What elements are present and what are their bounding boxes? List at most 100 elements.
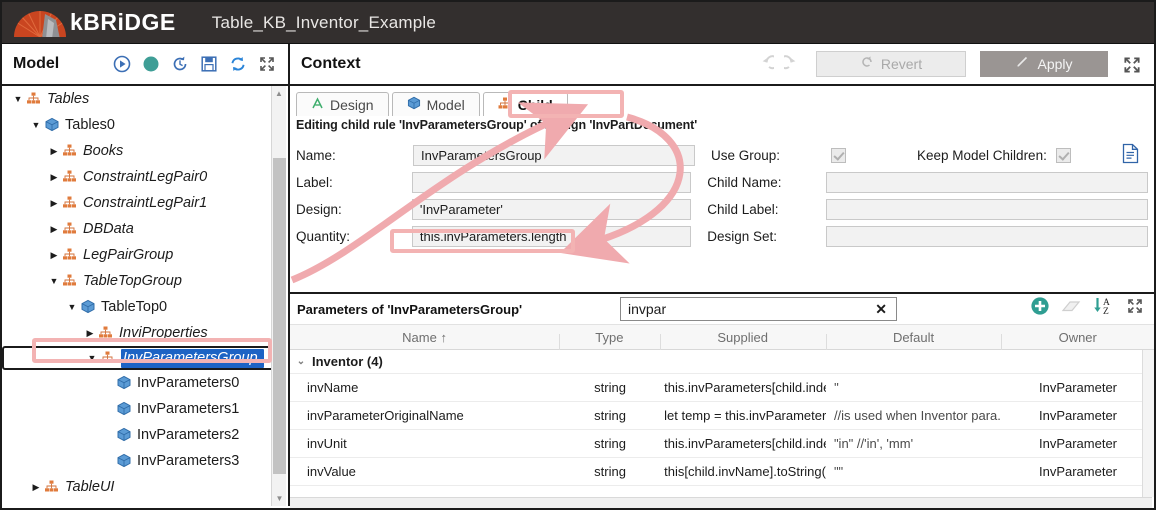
tree-item-invparameters3[interactable]: InvParameters3 [2,448,274,474]
keep-model-children-checkbox[interactable] [1055,148,1071,163]
design-set-input[interactable] [826,226,1148,247]
tree-scrollbar[interactable]: ▲ ▼ [271,86,286,506]
tree-item-books[interactable]: ▶ Books [2,138,274,164]
tree-twisty[interactable]: ▶ [82,328,98,339]
tree-item-constraintlegpair1[interactable]: ▶ ConstraintLegPair1 [2,190,274,216]
keep-model-children-label: Keep Model Children: [917,148,1047,163]
tree-item-label: Tables [47,91,90,107]
parameters-horizontal-scrollbar[interactable] [290,497,1152,508]
cell-supplied: this.invParameters[child.index... [664,380,826,395]
model-tree-panel[interactable]: ▼ Tables ▼ Tables0 ▶ Books ▶ ConstraintLegPair0… [2,86,290,506]
table-row[interactable]: invParameterOriginalName string let temp =… [290,402,1154,430]
scroll-up-arrow[interactable]: ▲ [272,86,286,101]
clear-x-icon[interactable]: ✕ [875,301,887,318]
hierarchy-icon [62,196,79,211]
parameters-table-header: Name ↑ Type Supplied Default Owner [290,324,1154,350]
eraser-icon[interactable] [1060,298,1082,319]
apply-button[interactable]: Apply [980,51,1108,77]
parameters-vertical-scrollbar[interactable] [1142,350,1154,497]
parameters-panel: Parameters of 'InvParametersGroup' invpa… [290,292,1154,508]
tree-twisty[interactable]: ▶ [28,482,44,493]
parameters-group-row[interactable]: ⌄ Inventor (4) [290,350,1154,374]
undo-icon[interactable] [752,55,780,73]
tree-twisty[interactable]: ▶ [46,250,62,261]
table-row[interactable]: invValue string this[child.invName].toStri… [290,458,1154,486]
document-title: Table_KB_Inventor_Example [211,12,436,32]
design-input[interactable]: 'InvParameter' [411,199,692,220]
highlight-quantity-field [390,229,575,253]
cell-type: string [594,408,626,423]
parameters-search-box[interactable]: invpar ✕ [620,297,897,321]
cube-icon [407,96,421,113]
cell-default: "" [833,464,844,479]
tree-twisty[interactable]: ▶ [46,198,62,209]
child-name-input[interactable] [826,172,1148,193]
add-circle-icon[interactable] [1030,296,1050,321]
context-expand-icon[interactable] [1122,55,1140,73]
cell-supplied: this[child.invName].toString() [664,464,826,479]
model-panel-title: Model [13,55,60,72]
tree-item-invparameters0[interactable]: InvParameters0 [2,370,274,396]
tree-twisty[interactable]: ▼ [64,302,80,312]
name-input[interactable]: InvParametersGroup [413,145,695,166]
play-icon[interactable] [113,55,131,73]
tree-item-invparameters2[interactable]: InvParameters2 [2,422,274,448]
tree-twisty[interactable]: ▶ [46,224,62,235]
chevron-down-icon[interactable]: ⌄ [290,356,312,367]
cell-type: string [594,380,626,395]
redo-icon[interactable] [778,55,802,73]
table-row[interactable]: invUnit string this.invParameters[child.in… [290,430,1154,458]
label-input[interactable] [411,172,692,193]
application-window: kBRiDGE Table_KB_Inventor_Example Model [0,0,1156,510]
column-header-owner[interactable]: Owner [1001,330,1154,350]
column-header-supplied[interactable]: Supplied [659,330,826,350]
history-icon[interactable] [171,55,189,73]
child-label-input[interactable] [826,199,1148,220]
parameters-expand-icon[interactable] [1126,297,1144,320]
tree-twisty[interactable]: ▼ [28,120,44,130]
tree-item-label: LegPairGroup [83,247,174,263]
scroll-down-arrow[interactable]: ▼ [272,491,287,506]
use-group-checkbox[interactable] [831,148,846,163]
design-a-icon [311,96,324,113]
tree-item-tables[interactable]: ▼ Tables [2,86,274,112]
tree-item-constraintlegpair0[interactable]: ▶ ConstraintLegPair0 [2,164,274,190]
refresh-icon[interactable] [229,55,247,73]
form-row-label: Label: Child Name: [296,169,1148,196]
child-label-label: Child Label: [707,202,779,217]
parameters-header: Parameters of 'InvParametersGroup' invpa… [290,294,1154,324]
tree-item-dbdata[interactable]: ▶ DBData [2,216,274,242]
tree-twisty[interactable]: ▶ [46,146,62,157]
tree-item-label: Tables0 [65,117,115,133]
table-row[interactable]: invName string this.invParameters[child.in… [290,374,1154,402]
revert-button[interactable]: Revert [816,51,966,77]
tab-design[interactable]: Design [296,92,389,116]
sort-az-icon[interactable]: A Z [1092,296,1116,321]
document-icon[interactable] [1121,143,1140,169]
tree-item-legpairgroup[interactable]: ▶ LegPairGroup [2,242,274,268]
tree-item-invparameters1[interactable]: InvParameters1 [2,396,274,422]
tree-twisty[interactable]: ▼ [46,276,62,286]
scroll-thumb[interactable] [273,158,286,474]
column-header-name[interactable]: Name ↑ [290,330,559,345]
tree-twisty[interactable]: ▶ [46,172,62,183]
search-input[interactable]: invpar [628,301,875,317]
record-icon[interactable] [142,55,160,73]
expand-icon[interactable] [258,55,276,73]
tree-item-tables0[interactable]: ▼ Tables0 [2,112,274,138]
tree-item-tabletop0[interactable]: ▼ TableTop0 [2,294,274,320]
tree-twisty[interactable]: ▼ [10,94,26,104]
column-header-type[interactable]: Type [559,330,659,350]
tree-item-label: InvParameters0 [137,375,240,391]
tree-item-label: ConstraintLegPair0 [83,169,208,185]
save-icon[interactable] [200,55,218,73]
cell-name: invName [307,380,359,395]
tree-item-tabletopgroup[interactable]: ▼ TableTopGroup [2,268,274,294]
column-header-default[interactable]: Default [825,330,1002,350]
parameters-table-body: invName string this.invParameters[child.in… [290,374,1154,486]
cube-icon [116,401,133,417]
form-row-name: Name: InvParametersGroup Use Group: Keep… [296,142,1148,169]
tree-item-tableui[interactable]: ▶ TableUI [2,474,274,500]
form-row-design: Design: 'InvParameter' Child Label: [296,196,1148,223]
tab-model[interactable]: Model [391,92,480,116]
